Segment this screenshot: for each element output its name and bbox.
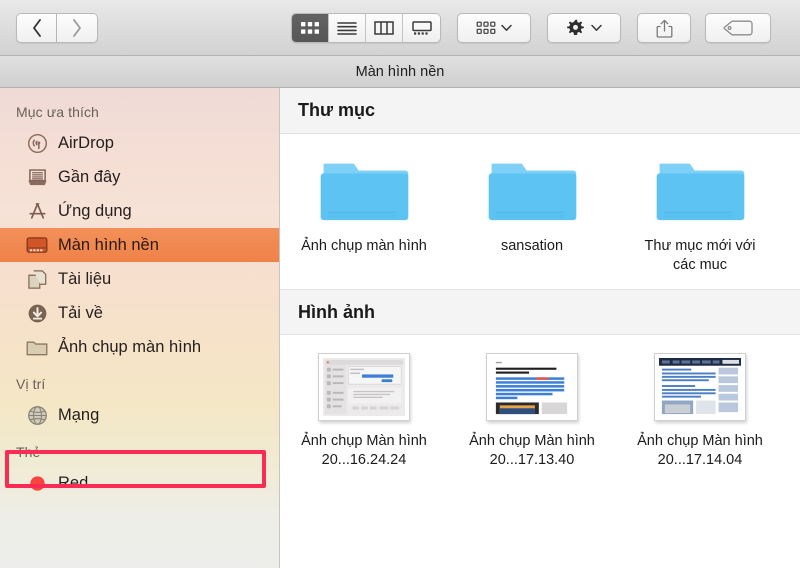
grid-icon <box>301 22 319 34</box>
window-title: Màn hình nền <box>355 63 445 80</box>
sidebar-group-header-favorites: Mục ưa thích <box>16 104 99 120</box>
chevron-down-icon <box>501 24 512 31</box>
sidebar-item-label: Tài liệu <box>58 269 112 288</box>
folder-grid: Ảnh chụp màn hình sansation Thư mục mới … <box>280 134 800 275</box>
share-button[interactable] <box>637 13 691 43</box>
arrange-grid-icon <box>476 21 496 34</box>
back-button[interactable] <box>16 12 57 43</box>
sidebar-group-header-tags: Thẻ <box>16 444 41 460</box>
sidebar-item-label: Ứng dụng <box>58 201 132 220</box>
columns-icon <box>374 21 394 35</box>
icon-view-button[interactable] <box>292 14 329 42</box>
image-thumbnail <box>486 353 578 421</box>
toolbar <box>0 0 800 56</box>
airdrop-icon <box>26 132 48 154</box>
sidebar-item-label: Màn hình nền <box>58 235 159 254</box>
image-name: Ảnh chụp Màn hình 20...17.13.40 <box>469 433 595 468</box>
window-title-bar: Màn hình nền <box>0 56 800 88</box>
network-icon <box>26 404 48 426</box>
gallery-icon <box>411 21 432 35</box>
column-view-button[interactable] <box>366 14 403 42</box>
image-name: Ảnh chụp Màn hình 20...17.14.04 <box>637 433 763 468</box>
image-thumbnail <box>318 353 410 421</box>
file-browser-content: Thư mục Ảnh chụp màn hình sansation Thư … <box>280 88 800 568</box>
folder-item[interactable]: Thư mục mới với các muc <box>616 152 784 275</box>
sidebar-item-recents[interactable]: Gần đây <box>0 160 279 194</box>
applications-icon <box>26 200 48 222</box>
section-header-images: Hình ảnh <box>280 289 800 335</box>
folder-name: Thư mục mới với các muc <box>644 238 756 273</box>
documents-icon <box>26 268 48 290</box>
view-mode-segmented-control <box>291 13 441 43</box>
image-item[interactable]: Ảnh chụp Màn hình 20...17.14.04 <box>616 353 784 470</box>
folder-item[interactable]: Ảnh chụp màn hình <box>280 152 448 275</box>
window-body: Mục ưa thích AirDrop Gần đây Ứng dụng Mà… <box>0 88 800 568</box>
finder-window: Màn hình nền Mục ưa thích AirDrop Gần đâ… <box>0 0 800 568</box>
downloads-icon <box>26 302 48 324</box>
sidebar-item-applications[interactable]: Ứng dụng <box>0 194 279 228</box>
navigation-buttons <box>16 12 98 43</box>
arrange-by-button[interactable] <box>457 13 531 43</box>
sidebar-item-documents[interactable]: Tài liệu <box>0 262 279 296</box>
section-header-folders: Thư mục <box>280 88 800 134</box>
share-icon <box>656 19 672 38</box>
sidebar-item-network[interactable]: Mạng <box>0 398 279 432</box>
sidebar-group-header-locations: Vị trí <box>16 376 46 392</box>
thumbnail-article-page <box>491 358 573 416</box>
sidebar-item-label: Red <box>58 473 89 492</box>
image-item[interactable]: Ảnh chụp Màn hình 20...16.24.24 <box>280 353 448 470</box>
sidebar-item-label: AirDrop <box>58 133 114 152</box>
image-item[interactable]: Ảnh chụp Màn hình 20...17.13.40 <box>448 353 616 470</box>
folder-name: sansation <box>500 238 564 254</box>
toolbar-center-group <box>291 13 771 43</box>
image-thumbnail <box>654 353 746 421</box>
desktop-icon <box>26 234 48 256</box>
gear-icon <box>567 19 584 35</box>
sidebar-item-label: Tải về <box>58 303 103 322</box>
sidebar-item-airdrop[interactable]: AirDrop <box>0 126 279 160</box>
tag-icon <box>723 20 753 36</box>
chevron-left-icon <box>32 18 41 37</box>
sidebar-item-label: Gần đây <box>58 167 121 186</box>
sidebar-item-label: Ảnh chụp màn hình <box>58 337 202 356</box>
forward-button[interactable] <box>57 12 98 43</box>
thumbnail-preferences-window <box>323 358 405 416</box>
sidebar-item-downloads[interactable]: Tải về <box>0 296 279 330</box>
chevron-right-icon <box>73 18 81 37</box>
sidebar: Mục ưa thích AirDrop Gần đây Ứng dụng Mà… <box>0 88 280 568</box>
folder-icon <box>320 163 408 221</box>
sidebar-item-tag-red[interactable]: Red <box>0 466 279 500</box>
folder-icon <box>656 163 744 221</box>
chevron-down-icon <box>591 24 602 31</box>
list-view-button[interactable] <box>329 14 366 42</box>
sidebar-item-screenshots[interactable]: Ảnh chụp màn hình <box>0 330 279 364</box>
image-grid: Ảnh chụp Màn hình 20...16.24.24 Ảnh chụp… <box>280 335 800 470</box>
image-name: Ảnh chụp Màn hình 20...16.24.24 <box>301 433 427 468</box>
tag-dot-icon <box>26 472 48 494</box>
folder-icon <box>488 163 576 221</box>
sidebar-item-desktop[interactable]: Màn hình nền <box>0 228 279 262</box>
sidebar-item-label: Mạng <box>58 405 100 424</box>
list-icon <box>337 22 357 35</box>
folder-name: Ảnh chụp màn hình <box>301 238 427 254</box>
folder-icon <box>26 336 48 358</box>
action-menu-button[interactable] <box>547 13 621 43</box>
thumbnail-website-page <box>659 358 741 416</box>
folder-item[interactable]: sansation <box>448 152 616 275</box>
gallery-view-button[interactable] <box>403 14 440 42</box>
recents-icon <box>26 166 48 188</box>
tags-button[interactable] <box>705 13 771 43</box>
